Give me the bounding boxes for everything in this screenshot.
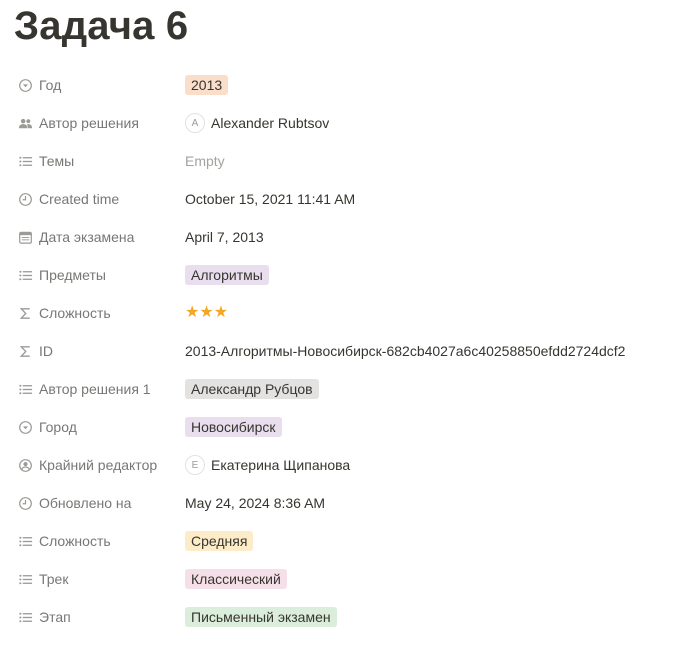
page: Задача 6 Год 2013 Автор решения A Alexander … xyxy=(0,0,673,650)
property-row: Сложность ★★★ xyxy=(0,294,673,332)
clipped-next-property xyxy=(0,640,673,650)
property-label: Автор решения xyxy=(39,115,139,131)
list-icon xyxy=(17,153,33,169)
property-row: Created time October 15, 2021 11:41 AM xyxy=(0,180,673,218)
star-rating: ★★★ xyxy=(185,304,229,321)
clock-icon xyxy=(17,191,33,207)
property-tag: Алгоритмы xyxy=(185,265,269,285)
property-row: Темы Empty xyxy=(0,142,673,180)
property-name[interactable]: Темы xyxy=(14,142,174,180)
property-label: Крайний редактор xyxy=(39,457,158,473)
property-row: Сложность Средняя xyxy=(0,522,673,560)
property-row: Автор решения 1 Александр Рубцов xyxy=(0,370,673,408)
property-name[interactable]: Предметы xyxy=(14,256,174,294)
property-value[interactable]: Средняя xyxy=(185,522,663,560)
property-text: 2013-Алгоритмы-Новосибирск-682cb4027a6c4… xyxy=(185,343,626,359)
property-value[interactable]: April 7, 2013 xyxy=(185,218,663,256)
property-value[interactable]: Классический xyxy=(185,560,663,598)
property-value[interactable]: E Екатерина Щипанова xyxy=(185,446,663,484)
person-name: Alexander Rubtsov xyxy=(211,115,330,131)
property-name[interactable]: Дата экзамена xyxy=(14,218,174,256)
list-icon xyxy=(17,571,33,587)
property-value[interactable]: 2013-Алгоритмы-Новосибирск-682cb4027a6c4… xyxy=(185,332,663,370)
property-tag: 2013 xyxy=(185,75,229,95)
property-text: October 15, 2021 11:41 AM xyxy=(185,191,356,207)
property-tag: Средняя xyxy=(185,531,254,551)
property-value[interactable]: May 24, 2024 8:36 AM xyxy=(185,484,663,522)
property-name[interactable]: ID xyxy=(14,332,174,370)
property-label: Дата экзамена xyxy=(39,229,135,245)
property-label: Сложность xyxy=(39,305,111,321)
property-label: Created time xyxy=(39,191,120,207)
clock-icon xyxy=(17,495,33,511)
list-icon xyxy=(17,381,33,397)
property-name[interactable]: Автор решения xyxy=(14,104,174,142)
property-value[interactable]: 2013 xyxy=(185,66,663,104)
formula-icon xyxy=(17,343,33,359)
property-row: Автор решения A Alexander Rubtsov xyxy=(0,104,673,142)
property-value[interactable]: Алгоритмы xyxy=(185,256,663,294)
property-name[interactable]: Этап xyxy=(14,598,174,636)
property-label: Предметы xyxy=(39,267,106,283)
property-value[interactable]: A Alexander Rubtsov xyxy=(185,104,663,142)
property-name[interactable]: Год xyxy=(14,66,174,104)
avatar: A xyxy=(185,113,205,133)
property-label: Темы xyxy=(39,153,75,169)
property-row: Обновлено на May 24, 2024 8:36 AM xyxy=(0,484,673,522)
property-row: Дата экзамена April 7, 2013 xyxy=(0,218,673,256)
property-text: May 24, 2024 8:36 AM xyxy=(185,495,326,511)
list-icon xyxy=(17,267,33,283)
property-label: Сложность xyxy=(39,533,111,549)
people-icon xyxy=(17,115,33,131)
property-tag: Новосибирск xyxy=(185,417,282,437)
property-label: Трек xyxy=(39,571,69,587)
property-label: Обновлено на xyxy=(39,495,132,511)
property-tag: Александр Рубцов xyxy=(185,379,319,399)
property-value[interactable]: Empty xyxy=(185,142,663,180)
empty-placeholder: Empty xyxy=(185,153,225,169)
property-tag: Классический xyxy=(185,569,287,589)
property-label: Город xyxy=(39,419,77,435)
select-icon xyxy=(17,77,33,93)
property-row: Город Новосибирск xyxy=(0,408,673,446)
property-value[interactable]: Александр Рубцов xyxy=(185,370,663,408)
property-value[interactable]: ★★★ xyxy=(185,294,663,332)
property-name[interactable]: Сложность xyxy=(14,294,174,332)
properties-list: Год 2013 Автор решения A Alexander Rubtsov Те… xyxy=(0,66,673,636)
person-chip: E Екатерина Щипанова xyxy=(185,455,350,475)
property-name[interactable]: Город xyxy=(14,408,174,446)
property-value[interactable]: Письменный экзамен xyxy=(185,598,663,636)
person-chip: A Alexander Rubtsov xyxy=(185,113,329,133)
property-name[interactable]: Created time xyxy=(14,180,174,218)
property-row: Год 2013 xyxy=(0,66,673,104)
calendar-icon xyxy=(17,229,33,245)
page-title[interactable]: Задача 6 xyxy=(14,3,188,49)
property-text: April 7, 2013 xyxy=(185,229,264,245)
property-row: Предметы Алгоритмы xyxy=(0,256,673,294)
user-circle-icon xyxy=(17,457,33,473)
formula-icon xyxy=(17,305,33,321)
property-name[interactable]: Обновлено на xyxy=(14,484,174,522)
property-name[interactable]: Трек xyxy=(14,560,174,598)
property-name[interactable]: Крайний редактор xyxy=(14,446,174,484)
property-tag: Письменный экзамен xyxy=(185,607,337,627)
property-name[interactable]: Автор решения 1 xyxy=(14,370,174,408)
person-name: Екатерина Щипанова xyxy=(211,457,351,473)
select-icon xyxy=(17,419,33,435)
property-row: ID 2013-Алгоритмы-Новосибирск-682cb4027a6… xyxy=(0,332,673,370)
list-icon xyxy=(17,533,33,549)
property-label: Автор решения 1 xyxy=(39,381,151,397)
property-name[interactable]: Сложность xyxy=(14,522,174,560)
property-label: ID xyxy=(39,343,53,359)
property-row: Этап Письменный экзамен xyxy=(0,598,673,636)
property-row: Трек Классический xyxy=(0,560,673,598)
avatar: E xyxy=(185,455,205,475)
property-row: Крайний редактор E Екатерина Щипанова xyxy=(0,446,673,484)
property-label: Год xyxy=(39,77,62,93)
property-value[interactable]: October 15, 2021 11:41 AM xyxy=(185,180,663,218)
property-label: Этап xyxy=(39,609,71,625)
property-value[interactable]: Новосибирск xyxy=(185,408,663,446)
list-icon xyxy=(17,609,33,625)
